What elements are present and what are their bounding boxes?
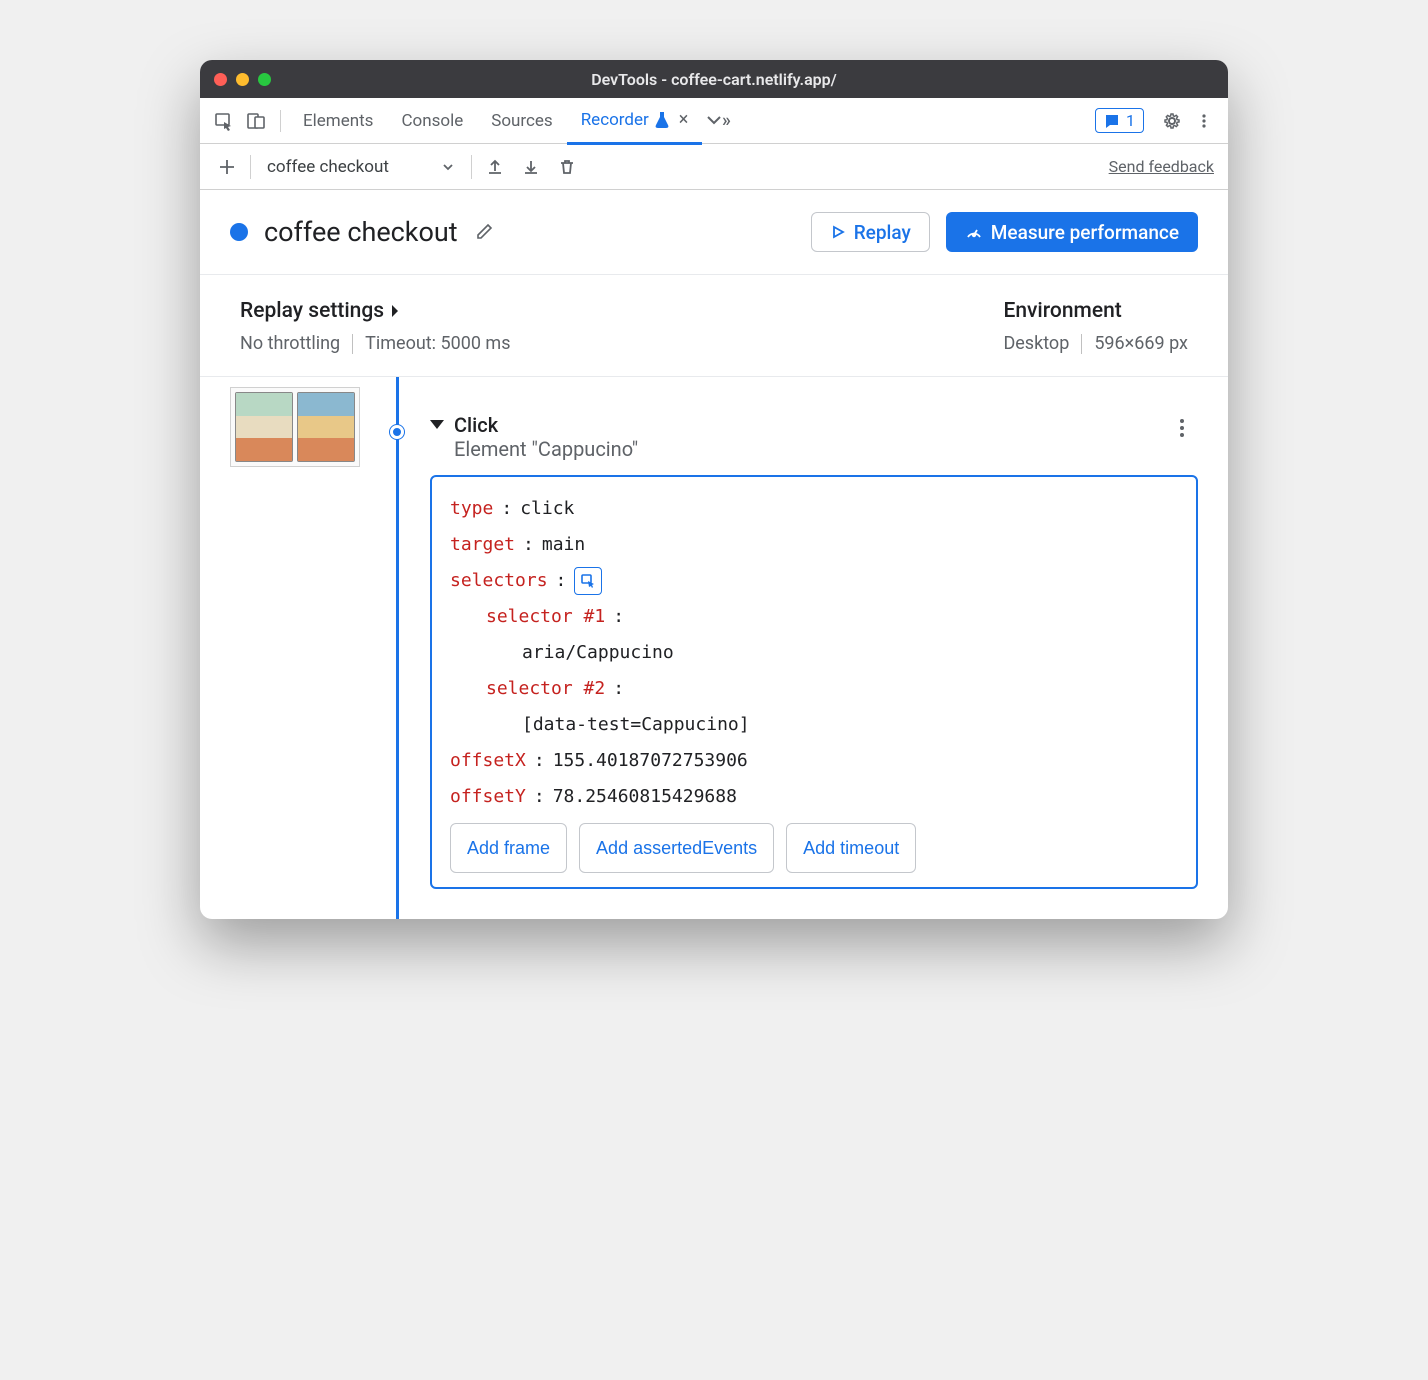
kebab-menu-icon[interactable] [1190,107,1218,135]
environment-heading: Environment [1003,299,1188,323]
throttling-value: No throttling [240,333,340,354]
divider [352,334,353,354]
add-asserted-events-button[interactable]: Add assertedEvents [579,823,774,873]
maximize-window-button[interactable] [258,73,271,86]
recording-select[interactable]: coffee checkout [261,153,461,181]
selector-value[interactable]: [data-test=Cappucino] [522,707,750,743]
minimize-window-button[interactable] [236,73,249,86]
status-dot [230,223,248,241]
tab-sources[interactable]: Sources [477,98,566,144]
import-icon[interactable] [518,154,544,180]
prop-value[interactable]: main [542,527,585,563]
gear-icon[interactable] [1158,107,1186,135]
window-controls [214,73,271,86]
caret-down-icon [430,420,444,429]
timeline-line [396,377,399,919]
measure-label: Measure performance [991,221,1179,244]
issue-icon [1104,113,1120,129]
step-menu-icon[interactable] [1174,413,1190,443]
step-subtitle: Element "Cappucino" [454,437,638,461]
replay-settings-heading[interactable]: Replay settings [240,299,511,323]
step-header[interactable]: Click Element "Cappucino" [430,413,1198,461]
steps-panel: Click Element "Cappucino" type: click ta… [200,377,1228,919]
tab-label: Sources [491,111,552,131]
divider [250,155,251,179]
step-title: Click [454,413,638,437]
recording-select-label: coffee checkout [267,157,389,177]
device-toolbar-icon[interactable] [242,107,270,135]
selector-value[interactable]: aria/Cappucino [522,635,674,671]
recording-header: coffee checkout Replay Measure performan… [200,190,1228,275]
replay-label: Replay [854,221,911,244]
tab-elements[interactable]: Elements [289,98,387,144]
inspect-element-icon[interactable] [210,107,238,135]
play-icon [830,224,846,240]
env-device: Desktop [1003,333,1069,354]
screenshot-thumbnail[interactable] [230,387,360,467]
selector-key[interactable]: selector #2 [486,671,605,707]
add-timeout-button[interactable]: Add timeout [786,823,916,873]
chevron-down-icon [441,160,455,174]
prop-key[interactable]: offsetX [450,743,526,779]
step-details-editor: type: click target: main selectors: sele… [430,475,1198,889]
prop-value[interactable]: 155.40187072753906 [553,743,748,779]
prop-key[interactable]: target [450,527,515,563]
prop-value[interactable]: 78.25460815429688 [553,779,737,815]
step-card: Click Element "Cappucino" type: click ta… [430,387,1198,889]
add-frame-button[interactable]: Add frame [450,823,567,873]
issues-count: 1 [1126,111,1135,130]
divider [471,155,472,179]
gauge-icon [965,223,983,241]
tab-console[interactable]: Console [387,98,477,144]
tab-recorder[interactable]: Recorder × [567,98,703,145]
prop-key[interactable]: selectors [450,563,548,599]
add-recording-button[interactable] [214,154,240,180]
prop-key[interactable]: offsetY [450,779,526,815]
close-window-button[interactable] [214,73,227,86]
window-title: DevTools - coffee-cart.netlify.app/ [200,70,1228,89]
titlebar: DevTools - coffee-cart.netlify.app/ [200,60,1228,98]
element-picker-icon[interactable] [574,567,602,595]
timeout-value: Timeout: 5000 ms [365,333,510,354]
timeline-dot [390,425,404,439]
measure-performance-button[interactable]: Measure performance [946,212,1198,252]
devtools-tab-strip: Elements Console Sources Recorder × » 1 [200,98,1228,144]
send-feedback-link[interactable]: Send feedback [1109,157,1214,176]
flask-icon [655,112,669,128]
tab-label: Console [401,111,463,131]
tab-label: Elements [303,111,373,131]
issues-badge[interactable]: 1 [1095,108,1144,133]
edit-title-icon[interactable] [474,222,494,242]
settings-row: Replay settings No throttling Timeout: 5… [200,275,1228,377]
delete-icon[interactable] [554,154,580,180]
tab-label: Recorder [581,110,649,130]
prop-value[interactable]: click [520,491,574,527]
selector-key[interactable]: selector #1 [486,599,605,635]
recording-title: coffee checkout [264,216,458,248]
recorder-toolbar: coffee checkout Send feedback [200,144,1228,190]
env-size: 596×669 px [1094,333,1188,354]
divider [1081,334,1082,354]
export-icon[interactable] [482,154,508,180]
caret-right-icon [390,304,400,318]
more-tabs-icon[interactable]: » [704,107,732,135]
prop-key[interactable]: type [450,491,493,527]
close-tab-icon[interactable]: × [679,109,689,130]
divider [280,110,281,132]
devtools-window: DevTools - coffee-cart.netlify.app/ Elem… [200,60,1228,919]
replay-button[interactable]: Replay [811,212,930,252]
